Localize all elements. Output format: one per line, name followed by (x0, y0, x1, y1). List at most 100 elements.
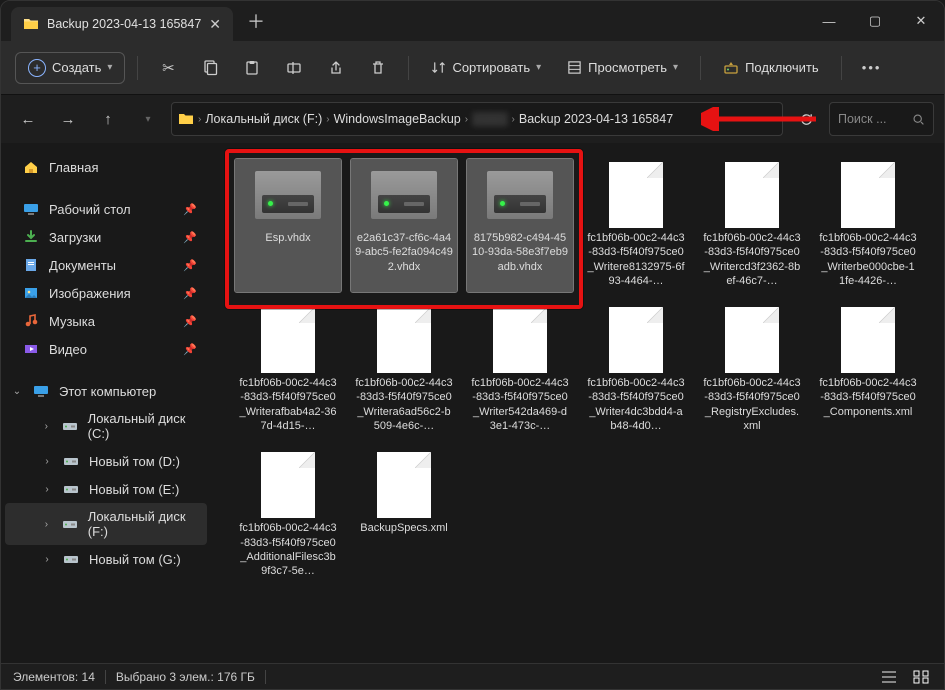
breadcrumb-seg[interactable]: Backup 2023-04-13 165847 (519, 112, 673, 126)
icons-view-button[interactable] (910, 668, 932, 686)
view-button[interactable]: Просмотреть ▾ (557, 54, 688, 81)
file-item[interactable]: fc1bf06b-00c2-44c3-83d3-f5f40f975ce0_Wri… (583, 304, 689, 437)
history-button[interactable]: ▾ (131, 102, 165, 136)
file-name: 8175b982-c494-4510-93da-58e3f7eb9adb.vhd… (471, 231, 569, 274)
cut-button[interactable]: ✂ (150, 50, 186, 86)
desktop-icon (23, 201, 39, 217)
file-item[interactable]: 8175b982-c494-4510-93da-58e3f7eb9adb.vhd… (467, 159, 573, 292)
document-icon (599, 163, 673, 227)
sidebar-drive[interactable]: › Локальный диск (C:) (5, 405, 207, 447)
file-item[interactable]: e2a61c37-cf6c-4a49-abc5-fe2fa094c492.vhd… (351, 159, 457, 292)
sidebar-desktop[interactable]: Рабочий стол 📌 (5, 195, 207, 223)
scissors-icon: ✂ (162, 59, 175, 77)
tab-active[interactable]: Backup 2023-04-13 165847 ✕ (11, 7, 233, 41)
paste-button[interactable] (234, 50, 270, 86)
sidebar-home[interactable]: Главная (5, 153, 207, 181)
document-icon (599, 308, 673, 372)
document-icon (831, 163, 905, 227)
file-name: e2a61c37-cf6c-4a49-abc5-fe2fa094c492.vhd… (355, 231, 453, 274)
file-item[interactable]: fc1bf06b-00c2-44c3-83d3-f5f40f975ce0_Wri… (235, 304, 341, 437)
drive-icon (62, 418, 78, 434)
drive-icon (63, 551, 79, 567)
minimize-button[interactable]: — (806, 1, 852, 41)
file-name: fc1bf06b-00c2-44c3-83d3-f5f40f975ce0_Wri… (355, 376, 453, 433)
back-button[interactable]: ← (11, 102, 45, 136)
file-item[interactable]: Esp.vhdx (235, 159, 341, 292)
file-name: fc1bf06b-00c2-44c3-83d3-f5f40f975ce0_Wri… (819, 231, 917, 288)
documents-icon (23, 257, 39, 273)
more-button[interactable]: ••• (854, 50, 890, 86)
sidebar-drive[interactable]: › Новый том (E:) (5, 475, 207, 503)
delete-button[interactable] (360, 50, 396, 86)
file-item[interactable]: fc1bf06b-00c2-44c3-83d3-f5f40f975ce0_Add… (235, 449, 341, 582)
chevron-down-icon: ▾ (673, 62, 678, 73)
trash-icon (370, 60, 386, 76)
chevron-down-icon[interactable]: ⌄ (11, 386, 23, 397)
drive-icon (251, 163, 325, 227)
sidebar-drive[interactable]: › Локальный диск (F:) (5, 503, 207, 545)
details-view-button[interactable] (878, 668, 900, 686)
content-area[interactable]: Esp.vhdx e2a61c37-cf6c-4a49-abc5-fe2fa09… (211, 143, 944, 663)
chevron-right-icon[interactable]: › (41, 554, 53, 565)
sort-button[interactable]: Сортировать ▾ (421, 54, 551, 81)
share-button[interactable] (318, 50, 354, 86)
file-name: fc1bf06b-00c2-44c3-83d3-f5f40f975ce0_Add… (239, 521, 337, 578)
sidebar-drive[interactable]: › Новый том (D:) (5, 447, 207, 475)
drive-icon (483, 163, 557, 227)
file-item[interactable]: fc1bf06b-00c2-44c3-83d3-f5f40f975ce0_Wri… (699, 159, 805, 292)
ellipsis-icon: ••• (862, 60, 882, 75)
file-item[interactable]: BackupSpecs.xml (351, 449, 457, 582)
file-item[interactable]: fc1bf06b-00c2-44c3-83d3-f5f40f975ce0_Wri… (467, 304, 573, 437)
tab-title: Backup 2023-04-13 165847 (47, 17, 201, 31)
folder-icon (23, 16, 39, 32)
pictures-icon (23, 285, 39, 301)
file-name: fc1bf06b-00c2-44c3-83d3-f5f40f975ce0_Wri… (471, 376, 569, 433)
forward-button[interactable]: → (51, 102, 85, 136)
close-button[interactable]: ✕ (898, 1, 944, 41)
status-bar: Элементов: 14 Выбрано 3 элем.: 176 ГБ (1, 663, 944, 689)
breadcrumb-seg[interactable]: WindowsImageBackup (334, 112, 461, 126)
sidebar-downloads[interactable]: Загрузки 📌 (5, 223, 207, 251)
titlebar: Backup 2023-04-13 165847 ✕ ＋ — ▢ ✕ (1, 1, 944, 41)
file-item[interactable]: fc1bf06b-00c2-44c3-83d3-f5f40f975ce0_Wri… (351, 304, 457, 437)
status-count: Элементов: 14 (13, 670, 95, 684)
pc-icon (33, 383, 49, 399)
view-label: Просмотреть (588, 60, 667, 75)
sidebar-music[interactable]: Музыка 📌 (5, 307, 207, 335)
document-icon (367, 453, 441, 517)
pin-icon: 📌 (183, 287, 197, 300)
refresh-button[interactable] (789, 102, 823, 136)
up-button[interactable]: ↑ (91, 102, 125, 136)
chevron-right-icon[interactable]: › (41, 421, 52, 432)
new-tab-button[interactable]: ＋ (247, 8, 265, 34)
breadcrumb-seg[interactable]: Локальный диск (F:) (205, 112, 322, 126)
document-icon (715, 163, 789, 227)
file-item[interactable]: fc1bf06b-00c2-44c3-83d3-f5f40f975ce0_Wri… (583, 159, 689, 292)
new-button[interactable]: + Создать ▾ (15, 52, 125, 84)
search-input[interactable]: Поиск ... (829, 102, 934, 136)
file-item[interactable]: fc1bf06b-00c2-44c3-83d3-f5f40f975ce0_Com… (815, 304, 921, 437)
rename-button[interactable] (276, 50, 312, 86)
chevron-right-icon[interactable]: › (41, 456, 53, 467)
chevron-right-icon[interactable]: › (41, 484, 53, 495)
chevron-right-icon: › (326, 114, 329, 125)
breadcrumb[interactable]: › Локальный диск (F:) › WindowsImageBack… (171, 102, 783, 136)
sidebar: Главная Рабочий стол 📌 Загрузки 📌 Докуме… (1, 143, 211, 663)
copy-button[interactable] (192, 50, 228, 86)
sidebar-this-pc[interactable]: ⌄ Этот компьютер (5, 377, 207, 405)
copy-icon (202, 60, 218, 76)
maximize-button[interactable]: ▢ (852, 1, 898, 41)
sidebar-documents[interactable]: Документы 📌 (5, 251, 207, 279)
file-name: Esp.vhdx (265, 231, 310, 245)
sidebar-videos[interactable]: Видео 📌 (5, 335, 207, 363)
file-item[interactable]: fc1bf06b-00c2-44c3-83d3-f5f40f975ce0_Reg… (699, 304, 805, 437)
file-name: fc1bf06b-00c2-44c3-83d3-f5f40f975ce0_Reg… (703, 376, 801, 433)
tab-close-icon[interactable]: ✕ (209, 16, 221, 33)
mount-button[interactable]: Подключить (713, 54, 829, 82)
file-item[interactable]: fc1bf06b-00c2-44c3-83d3-f5f40f975ce0_Wri… (815, 159, 921, 292)
chevron-right-icon[interactable]: › (41, 519, 52, 530)
sidebar-drive[interactable]: › Новый том (G:) (5, 545, 207, 573)
sidebar-pictures[interactable]: Изображения 📌 (5, 279, 207, 307)
sort-label: Сортировать (452, 60, 530, 75)
breadcrumb-seg[interactable]: ░░░░ (472, 112, 507, 126)
